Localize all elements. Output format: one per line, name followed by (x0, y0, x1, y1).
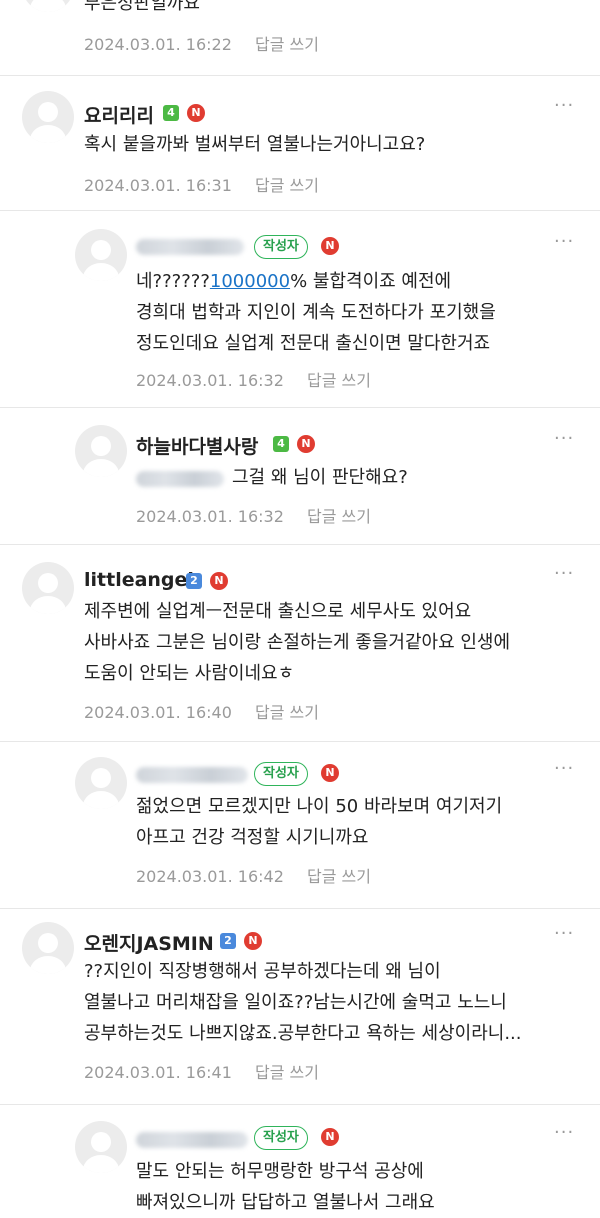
more-options-icon[interactable]: ··· (554, 923, 574, 944)
avatar[interactable] (75, 229, 127, 281)
reply-link[interactable]: 답글 쓰기 (255, 699, 319, 723)
more-options-icon[interactable]: ··· (554, 758, 574, 779)
reply-comment-7: 작성자 N ··· 말도 안되는 허무맹랑한 방구석 공상에 빠져있으니까 답답… (0, 1105, 600, 1213)
comment-meta: 2024.03.01. 16:32 답글 쓰기 (136, 367, 371, 391)
comment-1: 요리리리 4 N ··· 혹시 붙을까봐 벌써부터 열불나는거아니고요? 202… (0, 75, 600, 211)
nickname[interactable]: 오렌지JASMIN (84, 929, 214, 956)
n-badge: N (297, 435, 315, 453)
author-badge: 작성자 (254, 1126, 308, 1150)
comment-meta: 2024.03.01. 16:42 답글 쓰기 (136, 863, 371, 887)
reply-comment-3: 하늘바다별사랑 4 N ··· 그걸 왜 님이 판단해요? 2024.03.01… (0, 408, 600, 545)
level-badge: 2 (220, 933, 236, 949)
nickname[interactable]: littleangel (84, 569, 194, 591)
comment-text: 그걸 왜 님이 판단해요? (232, 467, 408, 488)
avatar[interactable] (75, 425, 127, 477)
level-badge: 4 (163, 105, 179, 121)
comment-text-line: 공부하는것도 나쁘지않죠.공부한다고 욕하는 세상이라니... (84, 1023, 522, 1044)
comment-text-line: 말도 안되는 허무맹랑한 방구석 공상에 (136, 1161, 424, 1182)
reply-link[interactable]: 답글 쓰기 (255, 1059, 319, 1083)
n-badge: N (187, 104, 205, 122)
n-badge: N (321, 764, 339, 782)
blurred-mention (136, 471, 224, 487)
nickname[interactable]: 요리리리 (84, 101, 154, 128)
more-options-icon[interactable]: ··· (554, 563, 574, 584)
comment-text-line: 네??????1000000% 불합격이죠 예전에 (136, 266, 451, 297)
comment-date: 2024.03.01. 16:22 (84, 35, 232, 54)
reply-link[interactable]: 답글 쓰기 (255, 31, 319, 55)
level-badge: 4 (273, 436, 289, 452)
avatar[interactable] (22, 562, 74, 614)
reply-comment-5: 작성자 N ··· 젊었으면 모르겠지만 나이 50 바라보며 여기저기 아프고… (0, 742, 600, 909)
comment-meta: 2024.03.01. 16:22 답글 쓰기 (84, 31, 319, 55)
comment-text-line: 정도인데요 실업계 전문대 출신이면 말다한거죠 (136, 333, 491, 354)
avatar[interactable] (75, 757, 127, 809)
avatar[interactable] (22, 922, 74, 974)
comment-date: 2024.03.01. 16:32 (136, 507, 284, 526)
blurred-nickname (136, 767, 248, 783)
avatar[interactable] (75, 1121, 127, 1173)
more-options-icon[interactable]: ··· (554, 1122, 574, 1143)
avatar[interactable] (22, 91, 74, 143)
comment-text: 부은정판일까요 (84, 0, 200, 14)
level-badge: 2 (186, 573, 202, 589)
n-badge: N (210, 572, 228, 590)
comment-meta: 2024.03.01. 16:41 답글 쓰기 (84, 1059, 319, 1083)
comment-4: littleangel 2 N ··· 제주변에 실업계ㅡ전문대 출신으로 세무… (0, 545, 600, 742)
blurred-nickname (136, 239, 244, 255)
comment-text-line: 아프고 건강 걱정할 시기니까요 (136, 827, 369, 848)
n-badge: N (321, 1128, 339, 1146)
reply-link[interactable]: 답글 쓰기 (307, 503, 371, 527)
author-badge: 작성자 (254, 235, 308, 259)
comment-text: 혹시 붙을까봐 벌써부터 열불나는거아니고요? (84, 134, 426, 155)
nickname[interactable]: 하늘바다별사랑 (136, 432, 258, 459)
comment-date: 2024.03.01. 16:31 (84, 176, 232, 195)
reply-link[interactable]: 답글 쓰기 (307, 863, 371, 887)
comment-date: 2024.03.01. 16:41 (84, 1063, 232, 1082)
comment-text-line: 빠져있으니까 답답하고 열불나서 그래요 (136, 1192, 435, 1213)
comment-6: 오렌지JASMIN 2 N ··· ??지인이 직장병행해서 공부하겠다는데 왜… (0, 909, 600, 1105)
comment-text-line: 사바사죠 그분은 님이랑 손절하는게 좋을거같아요 인생에 (84, 632, 511, 653)
blurred-nickname (136, 1132, 248, 1148)
comment-text-line: 젊었으면 모르겠지만 나이 50 바라보며 여기저기 (136, 796, 503, 817)
comment-date: 2024.03.01. 16:32 (136, 371, 284, 390)
reply-comment-2: 작성자 N ··· 네??????1000000% 불합격이죠 예전에 경희대 … (0, 211, 600, 408)
comment-meta: 2024.03.01. 16:32 답글 쓰기 (136, 503, 371, 527)
n-badge: N (244, 932, 262, 950)
comment-text-line: ??지인이 직장병행해서 공부하겠다는데 왜 님이 (84, 961, 441, 982)
n-badge: N (321, 237, 339, 255)
comment-text-line: 경희대 법학과 지인이 계속 도전하다가 포기했을 (136, 302, 496, 323)
comment-meta: 2024.03.01. 16:40 답글 쓰기 (84, 699, 319, 723)
more-options-icon[interactable]: ··· (554, 231, 574, 252)
more-options-icon[interactable]: ··· (554, 95, 574, 116)
author-badge: 작성자 (254, 762, 308, 786)
comment-text-line: 도움이 안되는 사람이네요ㅎ (84, 663, 295, 684)
reply-link[interactable]: 답글 쓰기 (307, 367, 371, 391)
comment-date: 2024.03.01. 16:40 (84, 703, 232, 722)
text-part: 네?????? (136, 271, 210, 292)
avatar[interactable] (22, 0, 74, 12)
comment-meta: 2024.03.01. 16:31 답글 쓰기 (84, 172, 319, 196)
comment-date: 2024.03.01. 16:42 (136, 867, 284, 886)
number-link[interactable]: 1000000 (210, 271, 290, 292)
more-options-icon[interactable]: ··· (554, 428, 574, 449)
comment-text-line: 열불나고 머리채잡을 일이죠??남는시간에 술먹고 노느니 (84, 992, 507, 1013)
text-part: % 불합격이죠 예전에 (290, 271, 452, 292)
reply-link[interactable]: 답글 쓰기 (255, 172, 319, 196)
comment-text-line: 제주변에 실업계ㅡ전문대 출신으로 세무사도 있어요 (84, 601, 472, 622)
comment-0: 부은정판일까요 2024.03.01. 16:22 답글 쓰기 (0, 0, 600, 76)
